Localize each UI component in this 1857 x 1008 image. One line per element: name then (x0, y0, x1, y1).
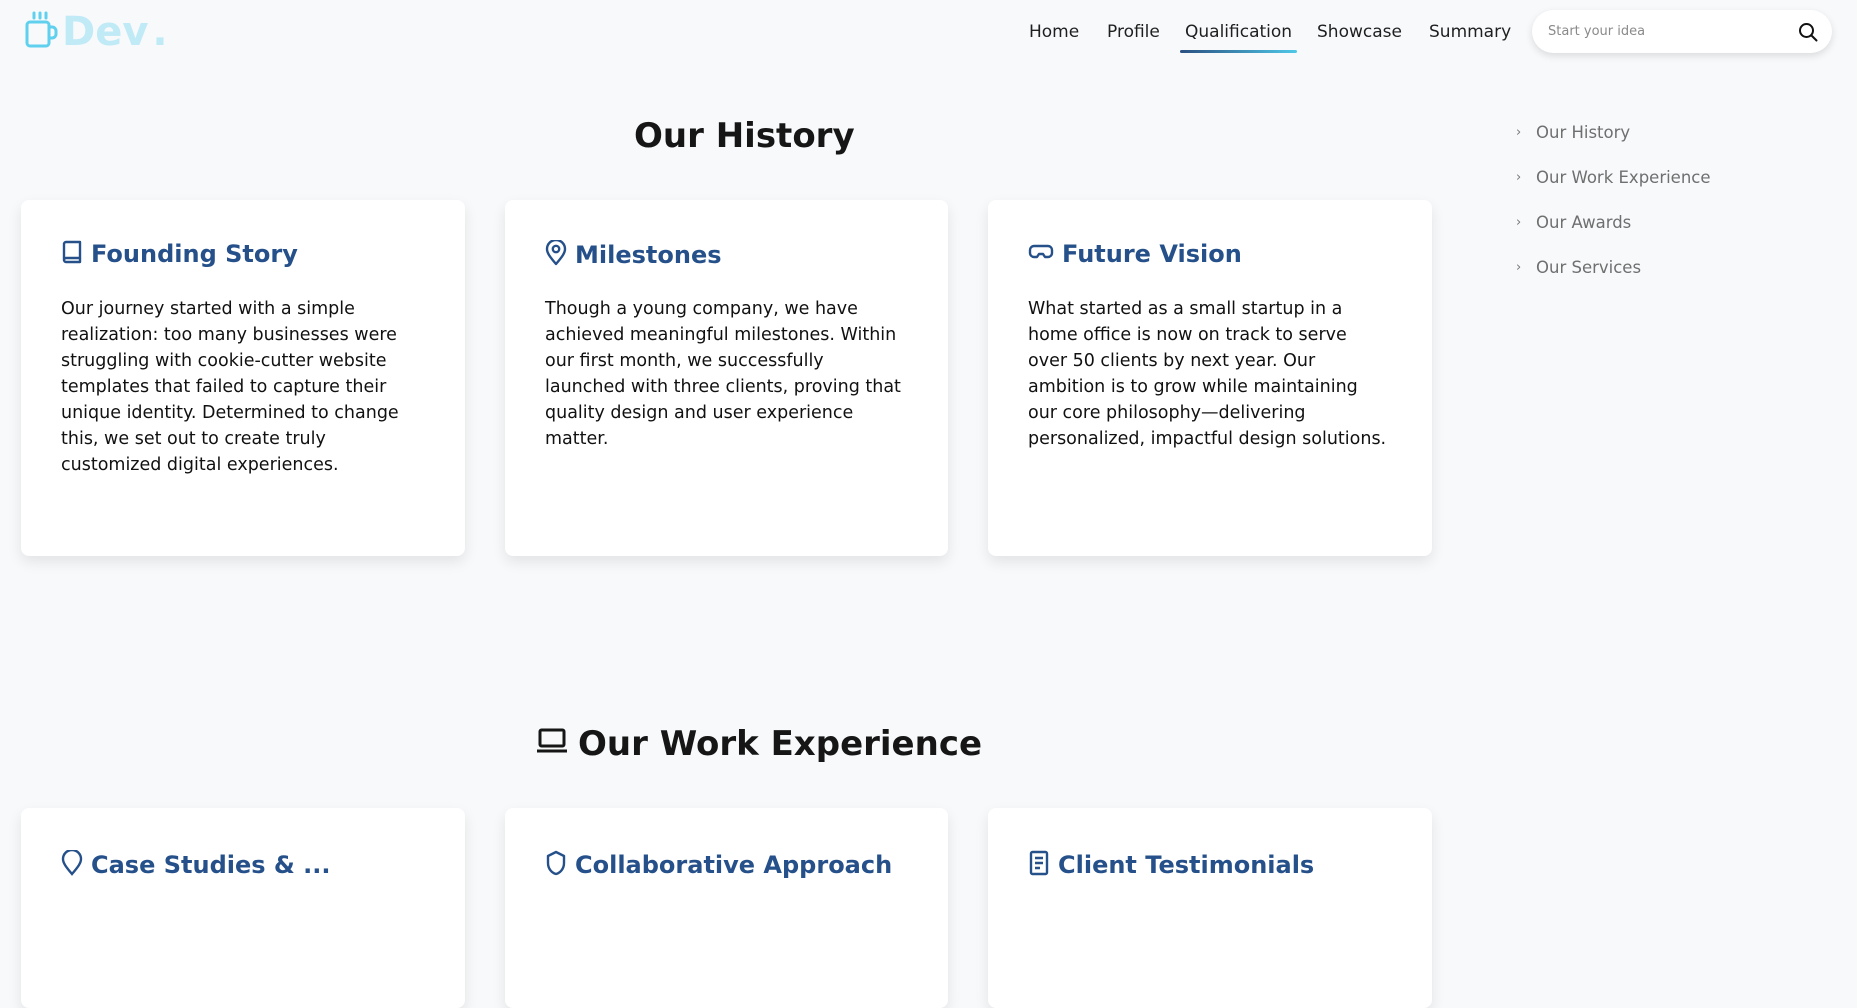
nav-summary[interactable]: Summary (1429, 20, 1511, 44)
history-title: Our History (634, 112, 855, 160)
toc-label: Our History (1536, 123, 1631, 142)
search-icon[interactable] (1796, 20, 1820, 44)
card-title: Client Testimonials (1058, 851, 1315, 879)
card-founding-story: Founding Story Our journey started with … (21, 200, 465, 556)
card-future-vision: Future Vision What started as a small st… (988, 200, 1432, 556)
nav-qualification[interactable]: Qualification (1179, 20, 1298, 53)
chevron-right-icon: › (1516, 125, 1522, 140)
card-case-studies: Case Studies & ... (21, 808, 465, 1008)
toc-label: Our Awards (1536, 213, 1632, 232)
card-milestones: Milestones Though a young company, we ha… (505, 200, 948, 556)
toc-item-our-history[interactable]: › Our History (1516, 110, 1711, 155)
toc-item-our-awards[interactable]: › Our Awards (1516, 200, 1711, 245)
main-nav: Home Profile Qualification Showcase Summ… (0, 20, 1520, 53)
vr-goggles-icon (1028, 242, 1054, 266)
card-collaborative-approach: Collaborative Approach (505, 808, 948, 1008)
toc-item-our-services[interactable]: › Our Services (1516, 245, 1711, 290)
toc-label: Our Services (1536, 258, 1642, 277)
toc-item-our-work-experience[interactable]: › Our Work Experience (1516, 155, 1711, 200)
card-header: Milestones (545, 238, 722, 270)
toc-label: Our Work Experience (1536, 168, 1711, 187)
chevron-right-icon: › (1516, 260, 1522, 275)
shield-icon (545, 850, 567, 880)
card-title: Milestones (575, 241, 722, 269)
nav-profile[interactable]: Profile (1107, 20, 1160, 44)
card-client-testimonials: Client Testimonials (988, 808, 1432, 1008)
document-icon (1028, 850, 1050, 880)
laptop-icon (536, 724, 568, 764)
card-text: What started as a small startup in a hom… (1028, 299, 1387, 449)
work-experience-title-text: Our Work Experience (578, 724, 983, 764)
card-title: Founding Story (91, 240, 298, 268)
card-header: Collaborative Approach (545, 850, 892, 880)
card-title: Case Studies & ... (91, 851, 331, 879)
card-title: Collaborative Approach (575, 851, 893, 879)
history-title-text: Our History (634, 116, 855, 156)
search-input[interactable] (1548, 24, 1778, 39)
map-pin-icon (545, 238, 567, 270)
card-header: Client Testimonials (1028, 850, 1314, 880)
search-box (1532, 10, 1832, 53)
card-text: Though a young company, we have achieved… (545, 299, 901, 449)
top-bar: Dev. Home Profile Qualification Showcase… (0, 0, 1857, 64)
work-experience-title: Our Work Experience (536, 720, 982, 768)
nav-home[interactable]: Home (1029, 20, 1079, 44)
chevron-right-icon: › (1516, 170, 1522, 185)
card-text: Our journey started with a simple realiz… (61, 299, 399, 475)
card-header: Future Vision (1028, 240, 1242, 268)
card-header: Case Studies & ... (61, 848, 331, 880)
card-title: Future Vision (1062, 240, 1242, 268)
nav-showcase[interactable]: Showcase (1317, 20, 1402, 44)
chevron-right-icon: › (1516, 215, 1522, 230)
card-header: Founding Story (61, 240, 298, 268)
section-toc: › Our History › Our Work Experience › Ou… (1516, 110, 1711, 290)
pin-icon (61, 848, 83, 880)
book-icon (61, 240, 83, 268)
